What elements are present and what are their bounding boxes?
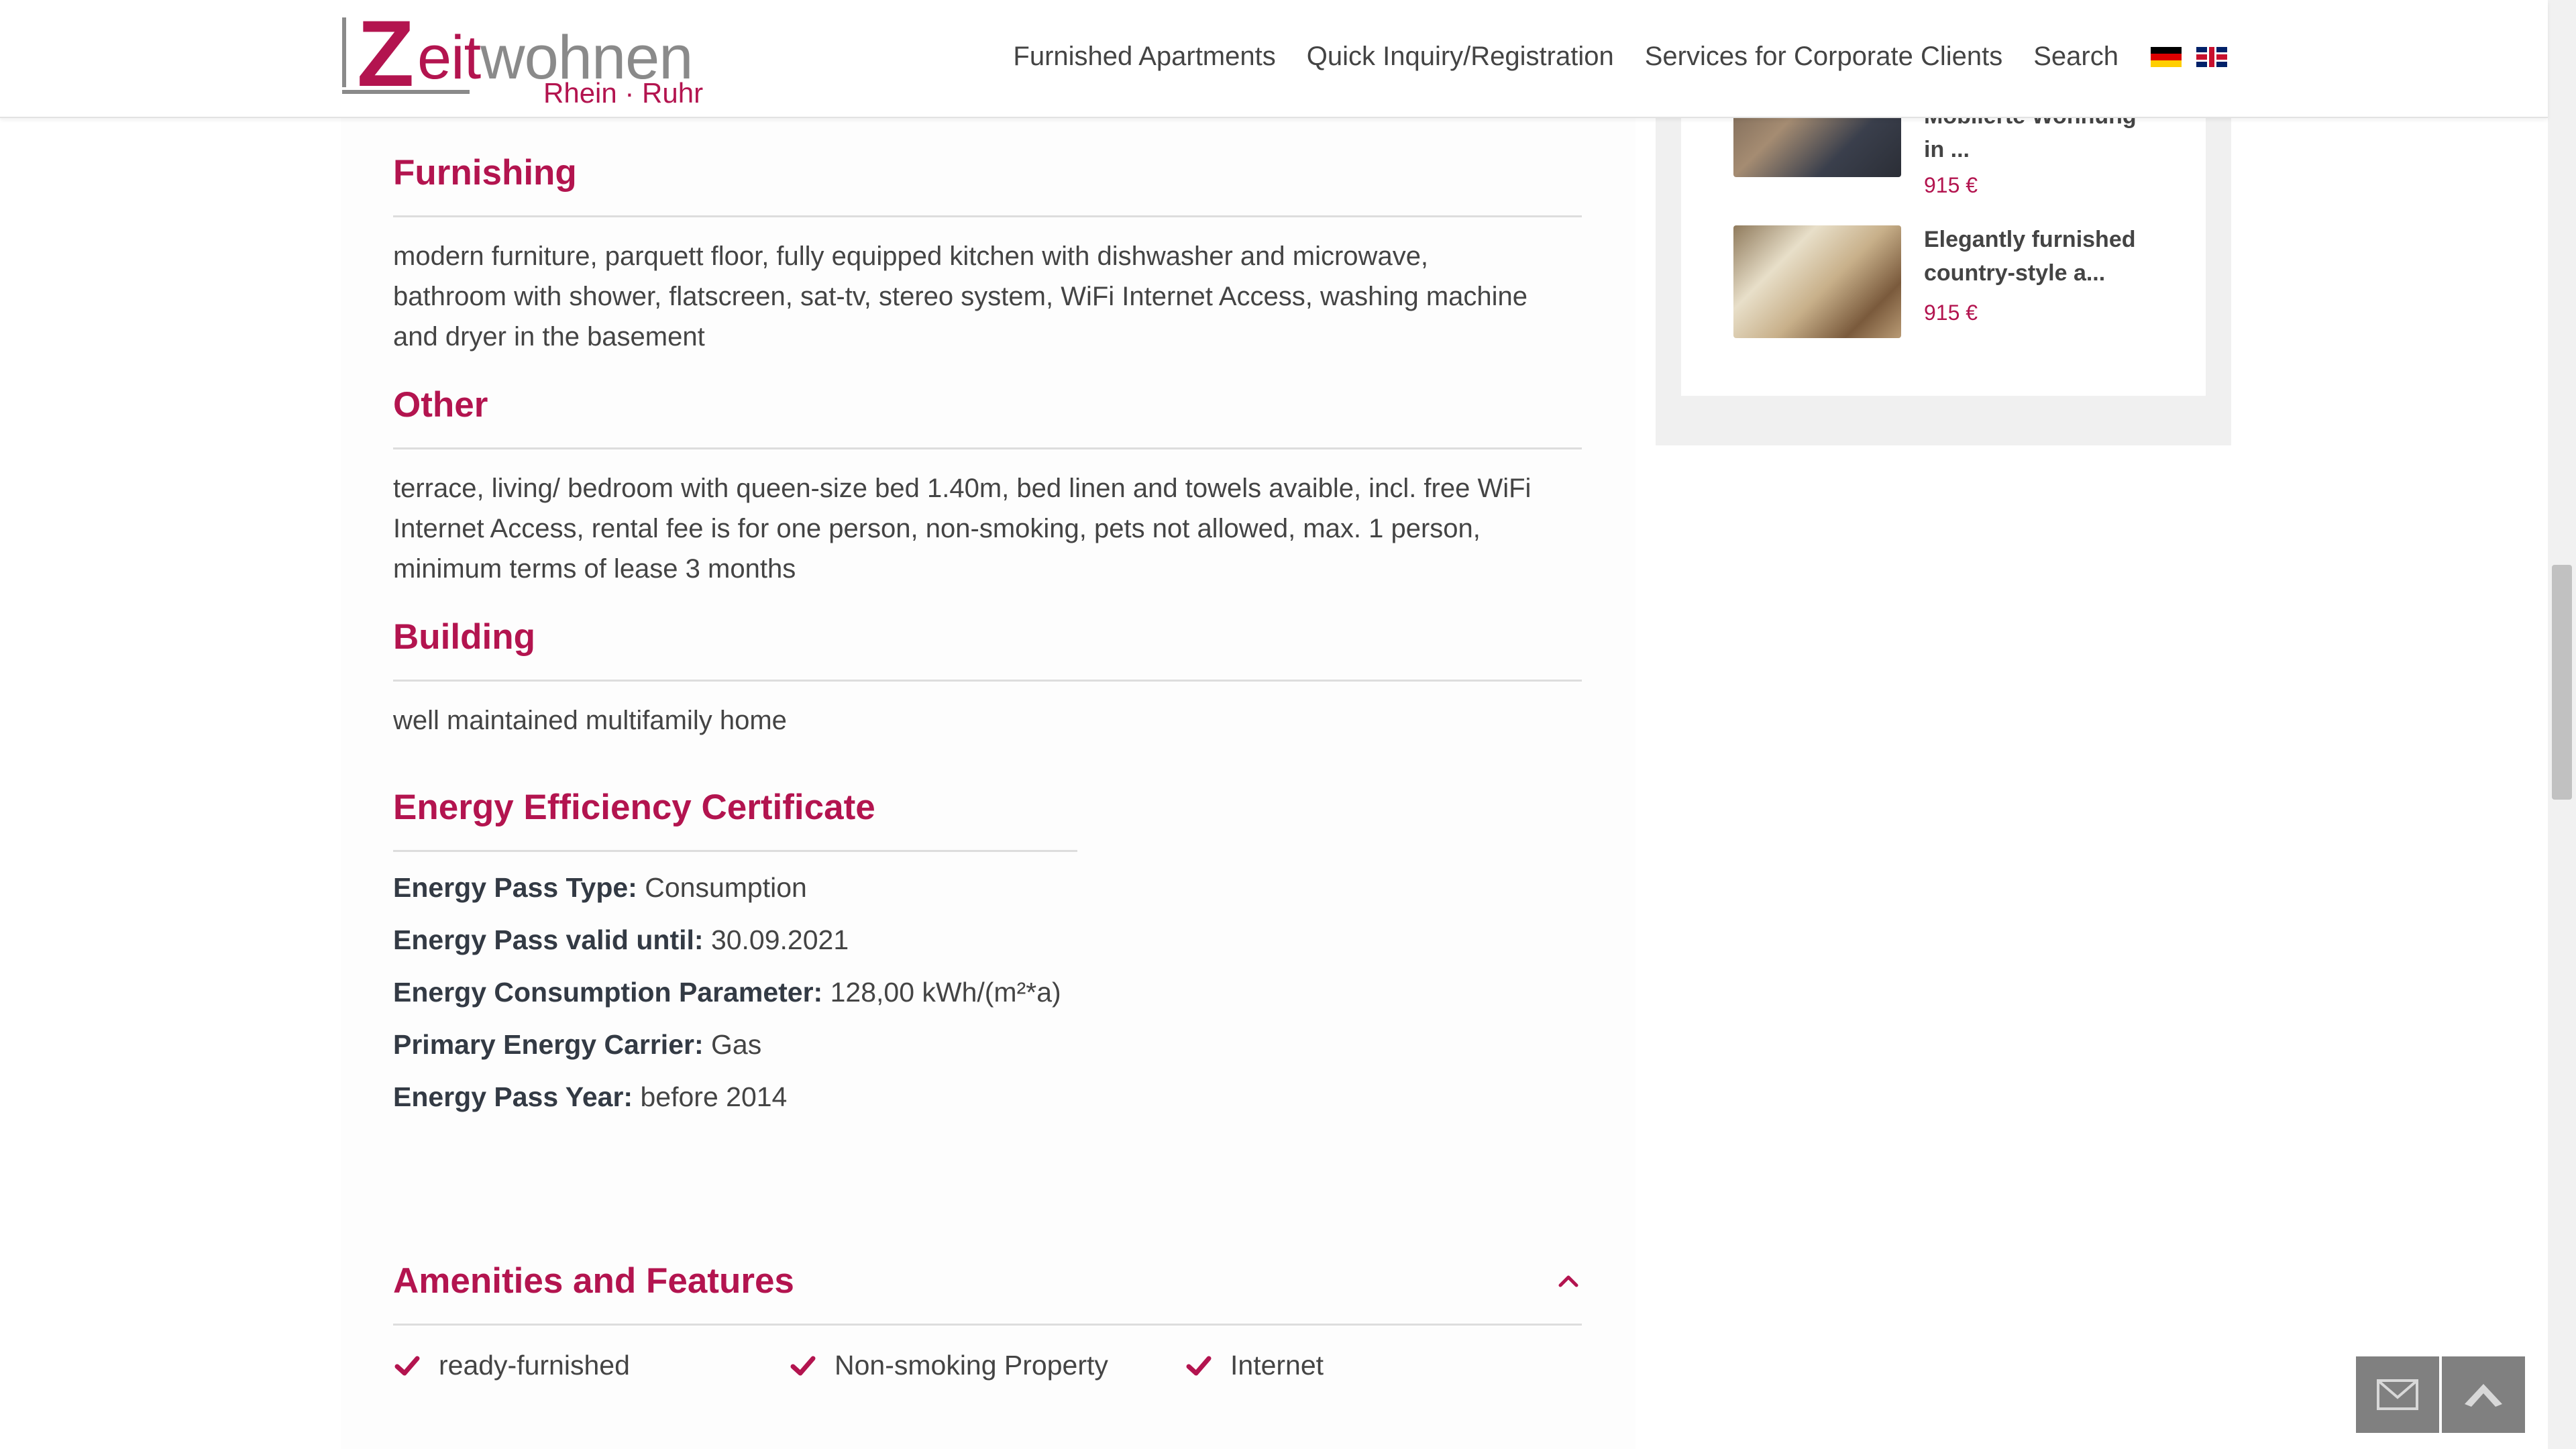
energy-divider — [393, 850, 1077, 852]
energy-value: 30.09.2021 — [710, 924, 849, 955]
energy-value: Gas — [711, 1029, 762, 1060]
amenities-heading[interactable]: Amenities and Features — [393, 1260, 794, 1303]
feature-label: ready-furnished — [439, 1350, 630, 1381]
listing-thumbnail[interactable] — [1733, 225, 1901, 338]
listing-title-line[interactable]: Elegantly furnished — [1924, 223, 2165, 256]
nav-corporate-clients[interactable]: Services for Corporate Clients — [1645, 42, 2003, 72]
feature-label: Internet — [1230, 1350, 1324, 1381]
page: Furnishing modern furniture, parquett fl… — [0, 0, 2576, 1449]
energy-label: Energy Pass valid until: — [393, 924, 704, 955]
other-divider — [393, 447, 1582, 449]
contact-button[interactable] — [2356, 1356, 2439, 1433]
main-nav: Furnished Apartments Quick Inquiry/Regis… — [1013, 42, 2118, 72]
nav-search[interactable]: Search — [2033, 42, 2118, 72]
listing-title-line[interactable]: country-style a... — [1924, 256, 2165, 290]
energy-value: before 2014 — [640, 1081, 788, 1112]
energy-heading: Energy Efficiency Certificate — [393, 788, 875, 827]
furnishing-text: modern furniture, parquett floor, fully … — [393, 241, 1528, 352]
check-icon — [394, 1356, 420, 1375]
listing-price: 915 € — [1924, 301, 1978, 325]
uk-flag-icon[interactable] — [2196, 47, 2227, 67]
energy-row: Energy Pass Year: before 2014 — [393, 1081, 787, 1113]
scrollbar-thumb[interactable] — [2552, 565, 2572, 800]
energy-label: Primary Energy Carrier: — [393, 1029, 704, 1060]
arrow-up-icon — [2465, 1384, 2502, 1407]
logo-subtitle: Rhein · Ruhr — [543, 77, 704, 109]
scrollbar[interactable] — [2548, 0, 2576, 1449]
building-heading: Building — [393, 617, 535, 657]
furnishing-divider — [393, 215, 1582, 217]
other-text: terrace, living/ bedroom with queen-size… — [393, 474, 1532, 584]
energy-row: Energy Pass Type: Consumption — [393, 872, 807, 904]
nav-furnished-apartments[interactable]: Furnished Apartments — [1013, 42, 1275, 72]
energy-value: Consumption — [645, 872, 807, 903]
logo-bar — [342, 17, 346, 87]
building-divider — [393, 680, 1582, 682]
logo-z: Z — [357, 1, 415, 106]
energy-row: Primary Energy Carrier: Gas — [393, 1029, 761, 1061]
scroll-to-top-button[interactable] — [2442, 1356, 2525, 1433]
feature-item: ready-furnished — [393, 1350, 789, 1381]
feature-item: Internet — [1185, 1350, 1580, 1381]
logo-eit: eit — [417, 23, 481, 92]
energy-label: Energy Pass Year: — [393, 1081, 633, 1112]
amenities-divider — [393, 1324, 1582, 1326]
zeitwohnen-logo[interactable]: Z eitwohnen Rhein · Ruhr — [342, 7, 704, 109]
feature-item: Non-smoking Property — [789, 1350, 1185, 1381]
other-heading: Other — [393, 385, 488, 425]
energy-label: Energy Pass Type: — [393, 872, 637, 903]
mail-icon — [2377, 1379, 2418, 1410]
site-header: Z eitwohnen Rhein · Ruhr Furnished Apart… — [0, 0, 2548, 118]
language-switcher — [2151, 47, 2227, 67]
energy-value: 128,00 kWh/(m²*a) — [830, 977, 1061, 1008]
listing-price: 915 € — [1924, 173, 1978, 197]
feature-label: Non-smoking Property — [835, 1350, 1108, 1381]
check-icon — [1186, 1356, 1212, 1375]
energy-row: Energy Consumption Parameter: 128,00 kWh… — [393, 977, 1061, 1008]
check-icon — [790, 1356, 816, 1375]
features-list: ready-furnished Non-smoking Property Int… — [393, 1350, 1580, 1381]
chevron-up-icon[interactable] — [1555, 1268, 1582, 1295]
listing-title[interactable]: Elegantly furnished country-style a... — [1924, 223, 2165, 290]
german-flag-icon[interactable] — [2151, 47, 2182, 67]
energy-label: Energy Consumption Parameter: — [393, 977, 823, 1008]
nav-quick-inquiry[interactable]: Quick Inquiry/Registration — [1307, 42, 1614, 72]
listing-title-line[interactable]: in ... — [1924, 133, 2165, 166]
energy-row: Energy Pass valid until: 30.09.2021 — [393, 924, 849, 956]
building-text: well maintained multifamily home — [393, 706, 787, 735]
furnishing-heading: Furnishing — [393, 153, 577, 193]
